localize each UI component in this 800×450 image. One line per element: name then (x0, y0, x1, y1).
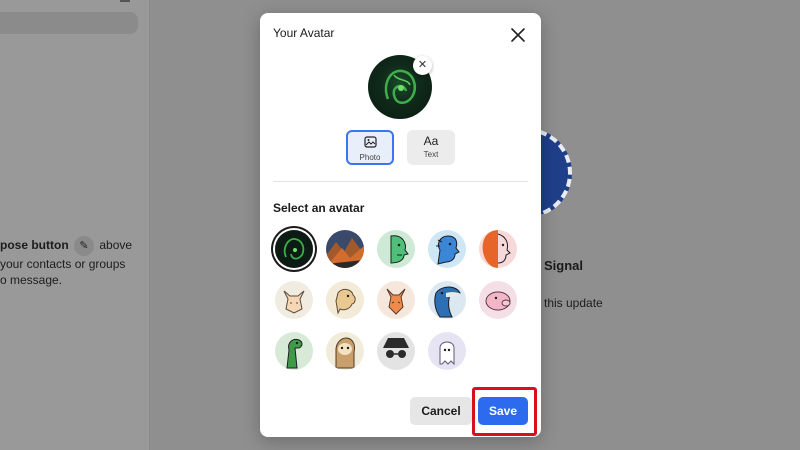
conversation-sidebar: pose button ✎ above your contacts or gro… (0, 0, 150, 450)
text-icon: Aa (423, 134, 439, 148)
photo-icon (348, 136, 392, 151)
main-title: Signal (544, 258, 584, 273)
avatar-option-uploaded-photo[interactable] (275, 230, 313, 268)
avatar-option-pig[interactable] (479, 281, 517, 319)
avatar-option-sloth[interactable] (326, 332, 364, 370)
hint-bold: pose button (0, 238, 69, 253)
save-button[interactable]: Save (478, 397, 528, 425)
pencil-icon: ✎ (74, 236, 94, 256)
avatar-option-face-orange[interactable] (479, 230, 517, 268)
photo-label: Photo (359, 153, 381, 162)
divider (273, 181, 528, 182)
text-label: Text (423, 150, 439, 159)
hint-line-3: o message. (0, 273, 63, 287)
avatar-option-dog[interactable] (326, 281, 364, 319)
search-bar[interactable] (0, 12, 138, 34)
hint-line-2: your contacts or groups (0, 257, 126, 271)
avatar-dialog: Your Avatar ✕ Photo Aa Text Select an av… (260, 13, 541, 437)
avatar-option-face-green[interactable] (377, 230, 415, 268)
cancel-button[interactable]: Cancel (410, 397, 472, 425)
avatar-option-cat[interactable] (275, 281, 313, 319)
menu-icon[interactable] (120, 0, 130, 2)
x-icon: ✕ (417, 59, 428, 71)
clear-avatar-button[interactable]: ✕ (413, 56, 432, 75)
select-avatar-heading: Select an avatar (273, 201, 365, 215)
avatar-option-dinosaur[interactable] (275, 332, 313, 370)
empty-state-hint: pose button ✎ above your contacts or gro… (0, 236, 150, 288)
close-icon (511, 28, 525, 42)
avatar-option-tucan[interactable] (428, 281, 466, 319)
hint-after-icon: above (99, 238, 133, 253)
main-subtitle: this update (544, 296, 603, 310)
avatar-option-mountain-photo[interactable] (326, 230, 364, 268)
photo-type-button[interactable]: Photo (346, 130, 394, 165)
text-type-button[interactable]: Aa Text (407, 130, 455, 165)
avatar-option-fox[interactable] (377, 281, 415, 319)
avatar-option-ghost[interactable] (428, 332, 466, 370)
avatar-option-face-blue[interactable] (428, 230, 466, 268)
dialog-title: Your Avatar (273, 26, 335, 40)
avatar-option-incognito[interactable] (377, 332, 415, 370)
close-button[interactable] (509, 26, 527, 44)
